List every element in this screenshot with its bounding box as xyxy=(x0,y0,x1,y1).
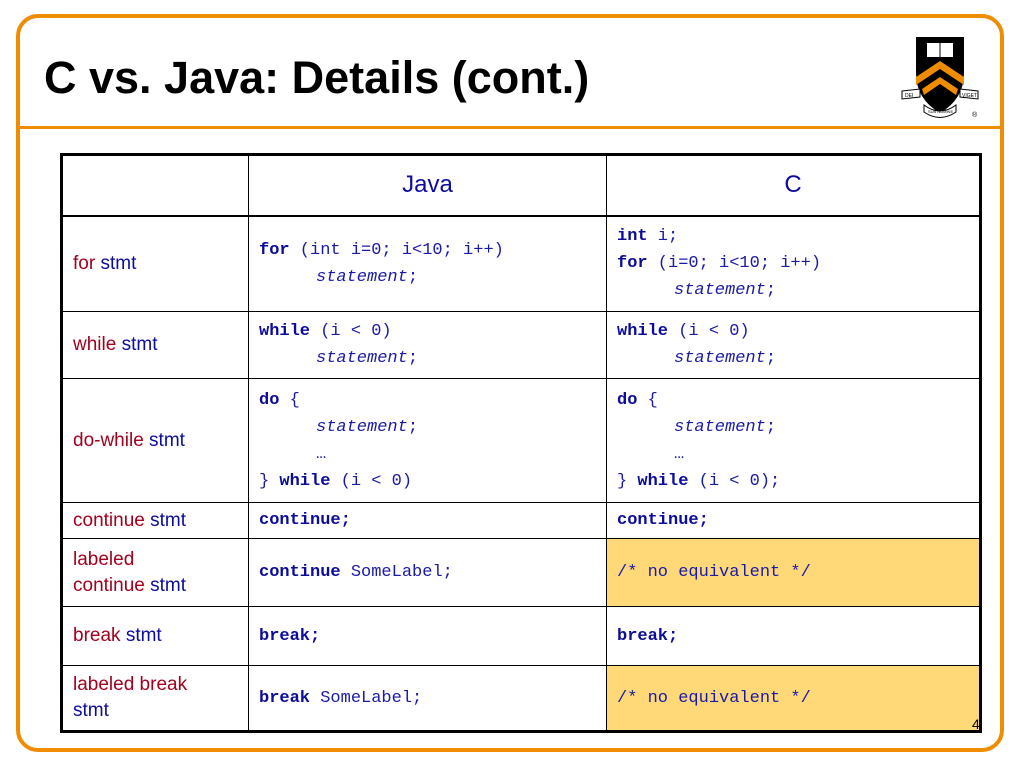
row-label-while: while stmt xyxy=(61,311,249,379)
c-labeled-continue-code: /* no equivalent */ xyxy=(606,538,981,607)
c-do-while-code: do { statement; … } while (i < 0); xyxy=(606,378,981,503)
row-label-continue: continue stmt xyxy=(61,502,249,539)
title-divider xyxy=(16,126,1004,129)
java-labeled-continue-code: continue SomeLabel; xyxy=(248,538,607,607)
c-break-code: break; xyxy=(606,606,981,666)
page-number: 4 xyxy=(972,716,980,732)
java-while-code: while (i < 0) statement; xyxy=(248,311,607,379)
table-row: labeled break stmt break SomeLabel; /* n… xyxy=(61,665,981,732)
header-java: Java xyxy=(248,154,607,217)
table-row: continue stmt continue; continue; xyxy=(61,502,981,539)
label-keyword: for xyxy=(73,252,96,274)
logo-text-dei: DEI xyxy=(905,93,913,99)
table-row: do-while stmt do { statement; … } while … xyxy=(61,378,981,503)
logo-text-sub-numine: SUB NUMINE xyxy=(928,109,953,114)
c-for-code: int i; for (i=0; i<10; i++) statement; xyxy=(606,215,981,312)
java-do-while-code: do { statement; … } while (i < 0) xyxy=(248,378,607,503)
slide-title: C vs. Java: Details (cont.) xyxy=(44,52,590,103)
c-continue-code: continue; xyxy=(606,502,981,539)
c-labeled-break-code: /* no equivalent */ xyxy=(606,665,981,732)
logo-text-viget: VIGET xyxy=(962,93,977,99)
header-c: C xyxy=(606,154,981,217)
table-row: while stmt while (i < 0) statement; whil… xyxy=(61,311,981,379)
logo-registered-mark: ® xyxy=(972,111,978,119)
java-continue-code: continue; xyxy=(248,502,607,539)
table-row: break stmt break; break; xyxy=(61,606,981,666)
label-suffix: stmt xyxy=(100,252,137,274)
header-empty-cell xyxy=(61,154,249,217)
row-label-for: for stmt xyxy=(61,215,249,312)
row-label-break: break stmt xyxy=(61,606,249,666)
c-while-code: while (i < 0) statement; xyxy=(606,311,981,379)
table-header-row: Java C xyxy=(61,154,981,217)
java-for-code: for (int i=0; i<10; i++) statement; xyxy=(248,215,607,312)
java-break-code: break; xyxy=(248,606,607,666)
row-label-labeled-continue: labeled continue stmt xyxy=(61,538,249,607)
row-label-labeled-break: labeled break stmt xyxy=(61,665,249,732)
java-labeled-break-code: break SomeLabel; xyxy=(248,665,607,732)
comparison-table: Java C for stmt for (int i=0; i<10; i++)… xyxy=(60,153,982,733)
table-row: labeled continue stmt continue SomeLabel… xyxy=(61,538,981,607)
princeton-shield-icon: DEI VIGET SUB NUMINE ® xyxy=(901,37,979,119)
row-label-do-while: do-while stmt xyxy=(61,378,249,503)
table-row: for stmt for (int i=0; i<10; i++) statem… xyxy=(61,215,981,312)
